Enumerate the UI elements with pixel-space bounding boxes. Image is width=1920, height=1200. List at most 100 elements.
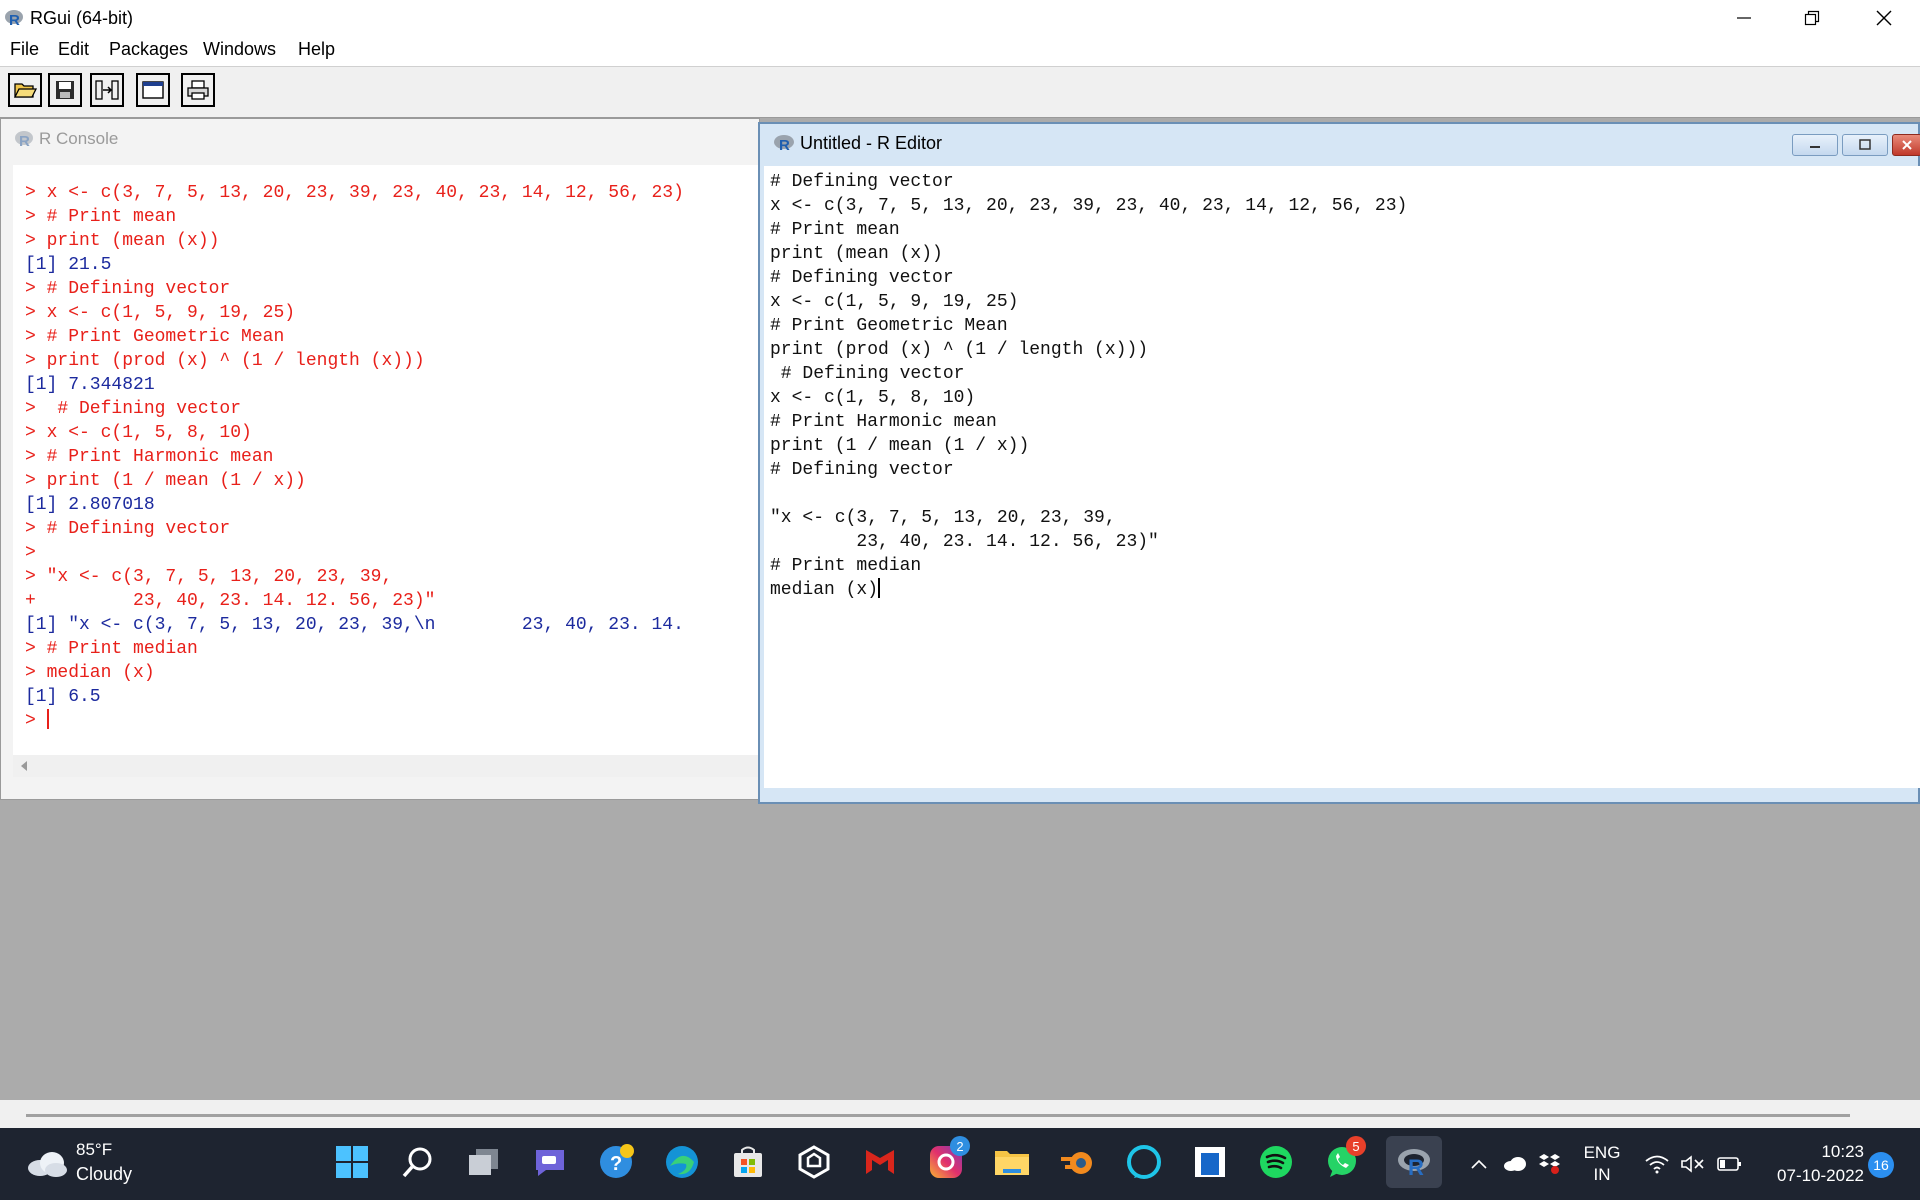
menu-windows[interactable]: Windows [203, 39, 276, 60]
console-input-line: > # Print Harmonic mean [25, 447, 274, 467]
editor-text-area[interactable]: # Defining vector x <- c(3, 7, 5, 13, 20,… [764, 166, 1920, 788]
dropbox-icon[interactable] [1538, 1152, 1562, 1174]
r-logo-icon: R [774, 135, 794, 153]
language-code: ENG [1583, 1143, 1621, 1162]
minimize-button[interactable] [1716, 0, 1772, 36]
close-icon [1876, 10, 1892, 26]
console-input-line: > # Defining vector [25, 399, 242, 419]
editor-close-button[interactable] [1892, 134, 1920, 156]
editor-line: # Print Harmonic mean [770, 412, 997, 432]
task-view-icon[interactable] [462, 1140, 506, 1184]
console-input-line: > "x <- c(3, 7, 5, 13, 20, 23, 39, [25, 567, 393, 587]
printer-icon [187, 80, 209, 100]
editor-title: Untitled - R Editor [800, 132, 943, 153]
editor-minimize-button[interactable] [1792, 134, 1838, 156]
console-output-line: [1] 6.5 [25, 687, 101, 707]
chevron-up-icon[interactable] [1470, 1158, 1488, 1170]
mdi-workspace: R R Console > x <- c(3, 7, 5, 13, 20, 23… [0, 118, 1920, 1100]
editor-lines[interactable]: # Defining vector x <- c(3, 7, 5, 13, 20,… [770, 170, 1407, 602]
notification-count-badge: 5 [1346, 1136, 1366, 1156]
language-indicator[interactable]: ENG IN [1580, 1142, 1624, 1186]
edge-icon[interactable] [660, 1140, 704, 1184]
toolbar [0, 66, 1920, 119]
svg-text:R: R [19, 133, 30, 149]
minimize-icon [1810, 146, 1820, 148]
whatsapp-icon[interactable]: 5 [1320, 1136, 1366, 1184]
r-editor-window[interactable]: R Untitled - R Editor # Defining vector x… [758, 122, 1920, 804]
console-horizontal-scrollbar[interactable] [13, 755, 761, 777]
load-workspace-button[interactable] [90, 73, 124, 107]
file-explorer-icon[interactable] [990, 1140, 1034, 1184]
wifi-icon[interactable] [1644, 1154, 1670, 1174]
title-bar: R RGui (64-bit) [0, 0, 1920, 36]
floppy-disk-icon [56, 81, 74, 99]
close-button[interactable] [1856, 0, 1912, 36]
menu-edit[interactable]: Edit [58, 39, 89, 60]
region-code: IN [1593, 1165, 1611, 1184]
alexa-icon[interactable] [1122, 1140, 1166, 1184]
r-logo-icon: R [15, 131, 33, 149]
open-script-button[interactable] [8, 73, 42, 107]
restore-icon [1804, 10, 1820, 26]
console-output-area[interactable]: > x <- c(3, 7, 5, 13, 20, 23, 39, 23, 40… [13, 165, 761, 755]
spotify-icon[interactable] [1254, 1140, 1298, 1184]
console-input-line: > print (mean (x)) [25, 231, 220, 251]
svg-text:R: R [1408, 1155, 1424, 1179]
console-input-line: > # Defining vector [25, 279, 231, 299]
load-workspace-icon [95, 80, 119, 100]
start-icon[interactable] [330, 1140, 374, 1184]
console-output-line: [1] 7.344821 [25, 375, 155, 395]
menu-help[interactable]: Help [298, 39, 335, 60]
restore-button[interactable] [1784, 0, 1840, 36]
scroll-left-arrow-icon[interactable] [17, 755, 31, 777]
svg-text:R: R [9, 12, 20, 28]
editor-line: # Print Geometric Mean [770, 316, 1008, 336]
volume-muted-icon[interactable] [1680, 1154, 1706, 1174]
scrollbar-track[interactable] [26, 1114, 1850, 1117]
console-output-line: [1] "x <- c(3, 7, 5, 13, 20, 23, 39,\n 2… [25, 615, 684, 635]
editor-line: # Print mean [770, 220, 900, 240]
notification-badge[interactable]: 16 [1868, 1152, 1894, 1178]
battery-icon[interactable] [1716, 1155, 1744, 1173]
save-button[interactable] [48, 73, 82, 107]
editor-line: "x <- c(3, 7, 5, 13, 20, 23, 39, [770, 508, 1116, 528]
console-input-line: > # Print median [25, 639, 198, 659]
notes-icon[interactable] [1188, 1140, 1232, 1184]
editor-line: # Defining vector [770, 268, 954, 288]
editor-line: 23, 40, 23. 14. 12. 56, 23)" [770, 532, 1159, 552]
menu-packages[interactable]: Packages [109, 39, 188, 60]
close-icon [1902, 140, 1912, 150]
window-icon [142, 81, 164, 99]
help-icon[interactable]: ? [594, 1140, 638, 1184]
r-console-window[interactable]: R R Console > x <- c(3, 7, 5, 13, 20, 23… [0, 118, 761, 800]
weather-widget[interactable]: 85°F Cloudy [26, 1140, 166, 1188]
editor-line: print (prod (x) ^ (1 / length (x))) [770, 340, 1149, 360]
r-logo-icon: R [5, 10, 23, 28]
blender-icon[interactable] [1056, 1140, 1100, 1184]
editor-line: print (mean (x)) [770, 244, 943, 264]
editor-line: x <- c(1, 5, 8, 10) [770, 388, 976, 408]
cloud-icon [28, 1152, 67, 1177]
console-input-line: > print (prod (x) ^ (1 / length (x))) [25, 351, 425, 371]
editor-maximize-button[interactable] [1842, 134, 1888, 156]
editor-line: # Print median [770, 556, 922, 576]
new-window-button[interactable] [136, 73, 170, 107]
mdi-horizontal-scrollbar[interactable] [0, 1100, 1920, 1128]
print-button[interactable] [181, 73, 215, 107]
rgui-icon[interactable]: R [1386, 1136, 1442, 1188]
mcafee-icon[interactable] [858, 1140, 902, 1184]
open-folder-icon [13, 83, 37, 98]
teams-chat-icon[interactable] [528, 1140, 572, 1184]
menu-file[interactable]: File [10, 39, 39, 60]
console-lines[interactable]: > x <- c(3, 7, 5, 13, 20, 23, 39, 23, 40… [25, 181, 684, 733]
console-output-line: [1] 2.807018 [25, 495, 155, 515]
clock[interactable]: 10:23 07-10-2022 [1754, 1140, 1864, 1188]
instagram-icon[interactable]: 2 [924, 1136, 970, 1184]
svg-text:?: ? [610, 1153, 622, 1175]
app-icon[interactable] [792, 1140, 836, 1184]
store-icon[interactable] [726, 1140, 770, 1184]
weather-temp: 85°F [76, 1140, 113, 1159]
onedrive-icon[interactable] [1502, 1156, 1528, 1172]
search-icon[interactable] [396, 1140, 440, 1184]
console-input-line: > [25, 543, 36, 563]
